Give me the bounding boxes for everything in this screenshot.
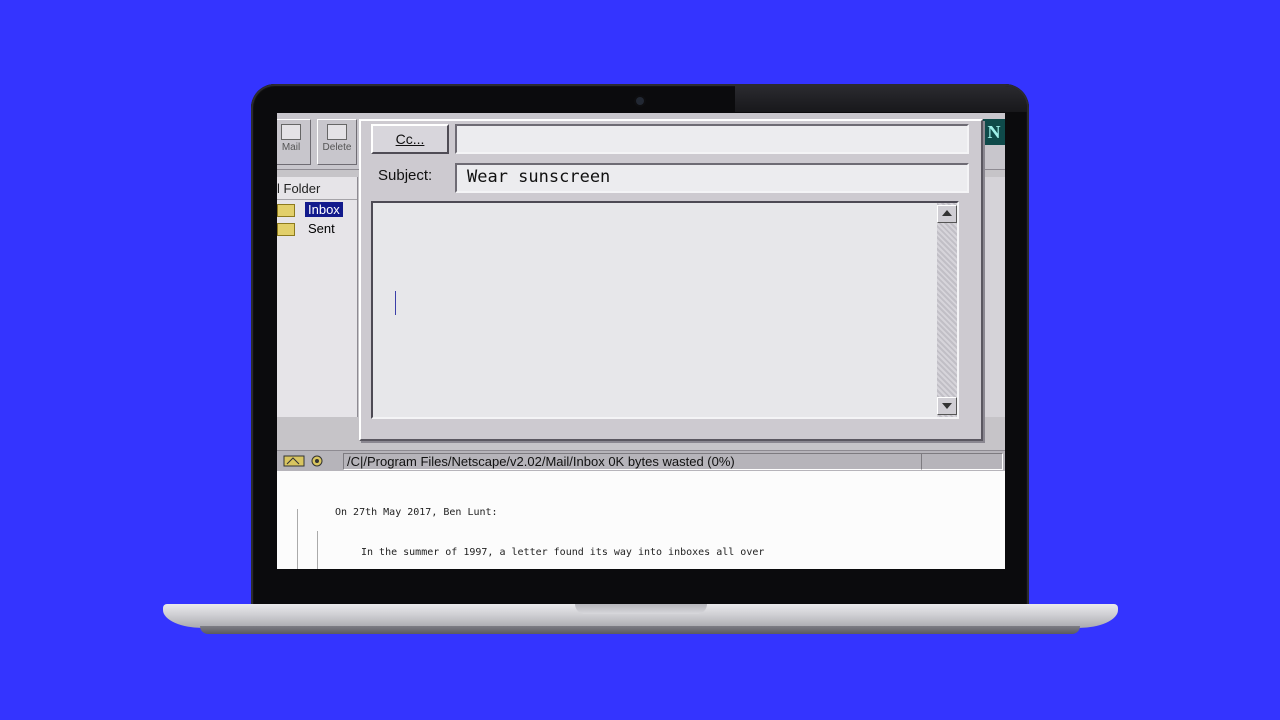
quote-bar <box>317 531 318 569</box>
cc-button-label: Cc... <box>395 131 425 147</box>
status-progress-field <box>921 453 1003 470</box>
netscape-logo: N <box>983 119 1005 145</box>
message-list-edge <box>983 177 1005 417</box>
connection-icon <box>283 455 323 467</box>
subject-field[interactable]: Wear sunscreen <box>455 163 969 193</box>
folder-label: Sent <box>308 221 335 236</box>
text-caret <box>395 291 396 315</box>
scroll-down-button[interactable] <box>937 397 957 415</box>
get-mail-label: Mail <box>281 142 301 153</box>
folder-column-header: l Folder <box>277 181 357 200</box>
quote-bar <box>297 509 298 569</box>
compose-window: Cc... Subject: Wear sunscreen <box>359 119 983 441</box>
folder-pane: l Folder Inbox Sent <box>277 177 358 417</box>
get-mail-icon <box>281 124 301 140</box>
folder-icon <box>277 204 295 217</box>
webcam <box>636 97 644 105</box>
laptop-base-edge <box>200 626 1080 634</box>
get-mail-button[interactable]: Mail <box>277 119 311 165</box>
message-preview: On 27th May 2017, Ben Lunt: In the summe… <box>277 471 1005 569</box>
subject-label: Subject: <box>378 167 433 184</box>
folder-item-sent[interactable]: Sent <box>277 220 357 238</box>
status-bar: /C|/Program Files/Netscape/v2.02/Mail/In… <box>277 450 1005 472</box>
message-quote-line: In the summer of 1997, a letter found it… <box>361 547 765 558</box>
status-path-text: /C|/Program Files/Netscape/v2.02/Mail/In… <box>343 453 922 470</box>
cc-button[interactable]: Cc... <box>371 124 449 154</box>
folder-item-inbox[interactable]: Inbox <box>277 201 357 219</box>
laptop-opening-notch <box>575 604 707 614</box>
message-attribution: On 27th May 2017, Ben Lunt: <box>335 507 498 518</box>
vertical-scrollbar[interactable] <box>937 203 957 417</box>
scroll-up-button[interactable] <box>937 205 957 223</box>
folder-label: Inbox <box>305 202 343 217</box>
folder-icon <box>277 223 295 236</box>
delete-label: Delete <box>322 142 352 153</box>
message-body-textarea[interactable] <box>371 201 959 419</box>
lid-reflection <box>735 86 1027 112</box>
arrow-down-icon <box>942 403 952 409</box>
screen: Mail Delete N l Folder Inbox Sent /C|/Pr… <box>277 113 1005 569</box>
delete-button[interactable]: Delete <box>317 119 357 165</box>
arrow-up-icon <box>942 210 952 216</box>
delete-icon <box>327 124 347 140</box>
cc-field[interactable] <box>455 124 969 154</box>
